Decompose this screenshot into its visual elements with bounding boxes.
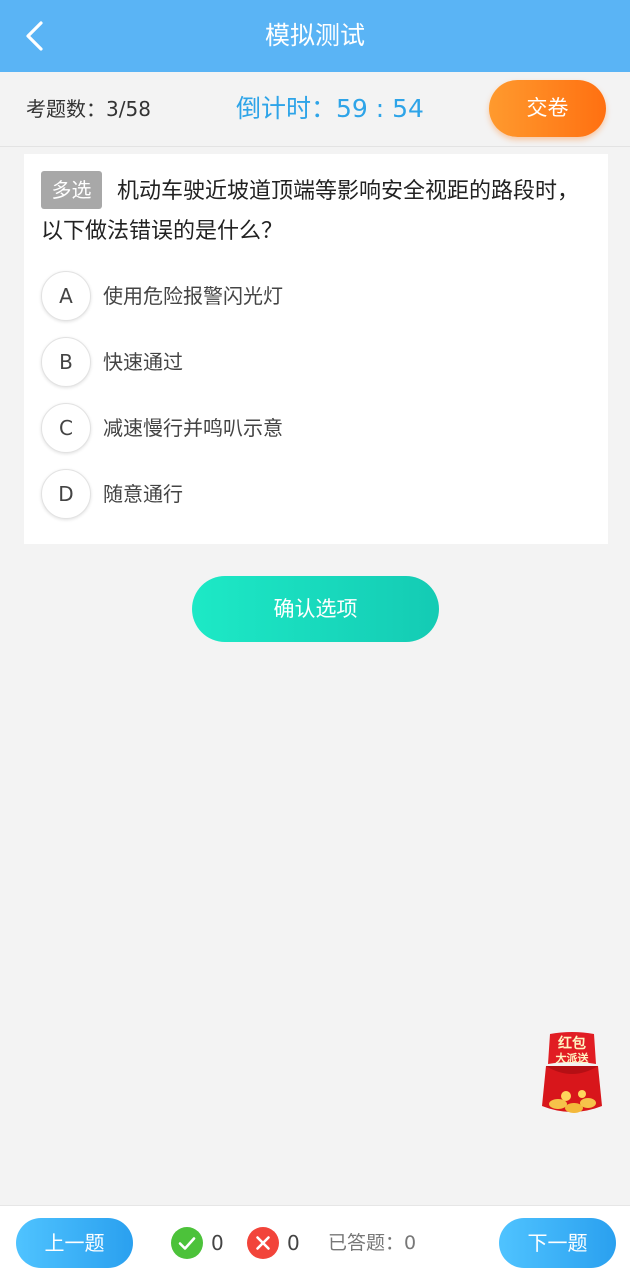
- option-b-text[interactable]: 快速通过: [103, 337, 183, 387]
- countdown-timer: 倒计时：59 : 54: [236, 72, 424, 146]
- answered-value: 0: [404, 1232, 417, 1254]
- answered-label: 已答题：: [328, 1232, 405, 1254]
- option-b[interactable]: B 快速通过: [41, 337, 581, 387]
- previous-question-button[interactable]: 上一题: [16, 1218, 133, 1268]
- question-count-label: 考题数：: [26, 97, 106, 121]
- wrong-count: 0: [287, 1231, 300, 1255]
- bottom-navigation-bar: 上一题 0 0 已答题：0 下一题: [0, 1205, 630, 1281]
- next-question-button[interactable]: 下一题: [499, 1218, 616, 1268]
- page-title: 模拟测试: [264, 21, 365, 50]
- option-a-text[interactable]: 使用危险报警闪光灯: [103, 271, 283, 321]
- question-count-value: 3/58: [106, 97, 151, 121]
- check-icon: [171, 1227, 203, 1259]
- cross-icon: [247, 1227, 279, 1259]
- option-c-letter[interactable]: C: [41, 403, 91, 453]
- option-d-text[interactable]: 随意通行: [103, 469, 183, 519]
- submit-exam-button[interactable]: 交卷: [489, 80, 606, 137]
- promo-text-line1: 红包: [558, 1035, 586, 1052]
- option-c[interactable]: C 减速慢行并鸣叭示意: [41, 403, 581, 453]
- countdown-label: 倒计时：: [236, 94, 337, 123]
- option-c-text[interactable]: 减速慢行并鸣叭示意: [103, 403, 283, 453]
- countdown-value: 59 : 54: [336, 94, 424, 123]
- option-a[interactable]: A 使用危险报警闪光灯: [41, 271, 581, 321]
- answered-status: 已答题：0: [328, 1225, 416, 1261]
- confirm-option-button[interactable]: 确认选项: [192, 576, 439, 642]
- option-d-letter[interactable]: D: [41, 469, 91, 519]
- option-a-letter[interactable]: A: [41, 271, 91, 321]
- top-navigation-bar: 模拟测试: [0, 0, 630, 72]
- promo-text-line2: 大派送: [556, 1051, 590, 1065]
- option-d[interactable]: D 随意通行: [41, 469, 581, 519]
- exam-info-bar: 考题数：3/58 倒计时：59 : 54 交卷: [0, 72, 630, 147]
- option-b-letter[interactable]: B: [41, 337, 91, 387]
- question-count: 考题数：3/58: [26, 72, 151, 146]
- question-card: 多选 机动车驶近坡道顶端等影响安全视距的路段时，以下做法错误的是什么？ A 使用…: [24, 154, 608, 544]
- red-packet-promo-icon[interactable]: 红包 大派送: [536, 1030, 608, 1116]
- correct-count: 0: [211, 1231, 224, 1255]
- question-text: 机动车驶近坡道顶端等影响安全视距的路段时，以下做法错误的是什么？: [41, 179, 580, 244]
